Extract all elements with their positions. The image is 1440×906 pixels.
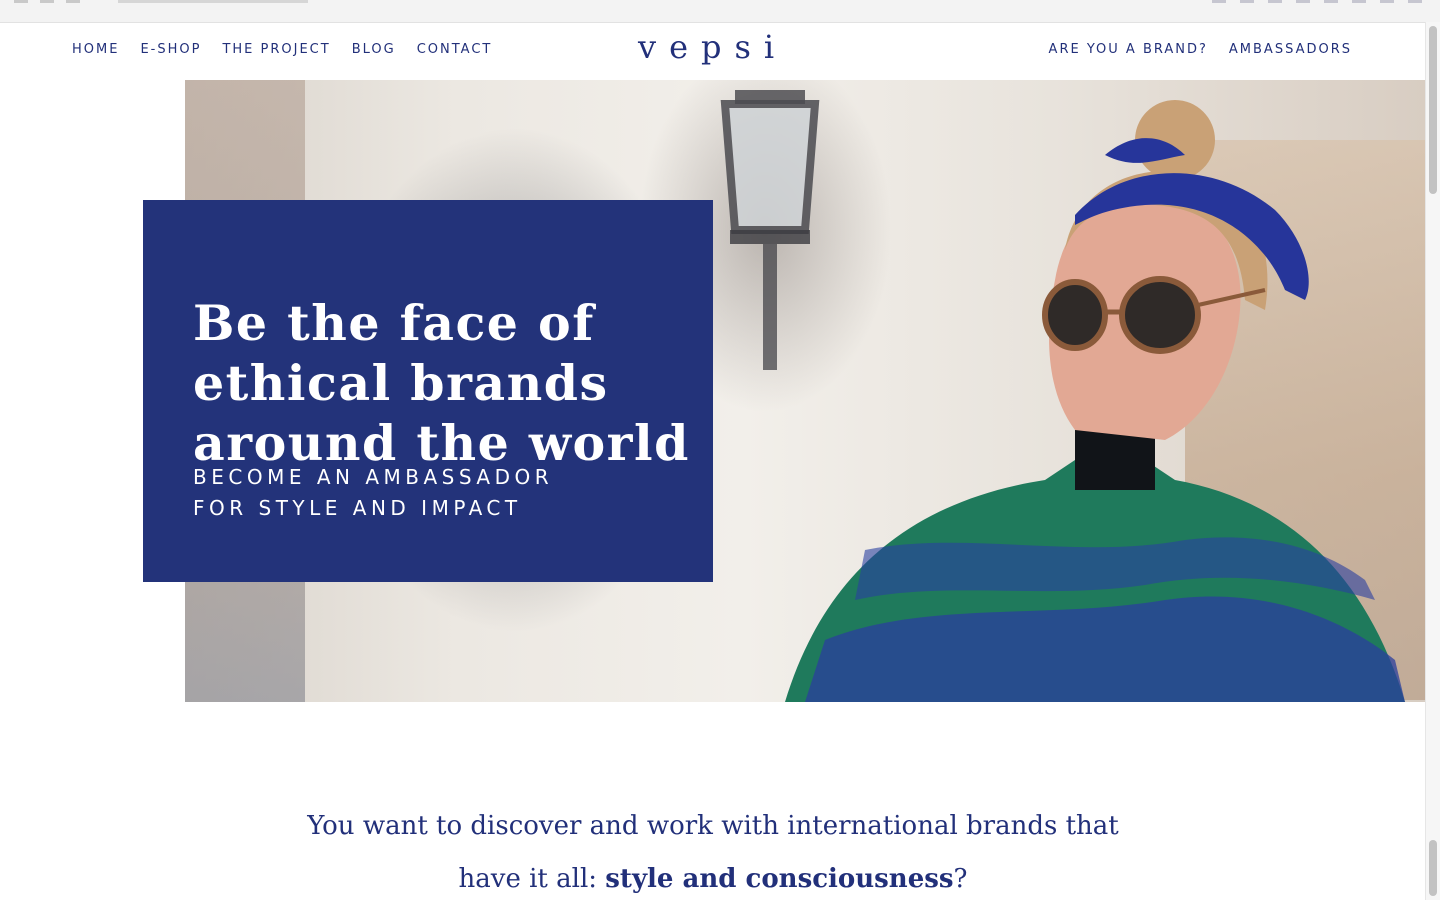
address-bar[interactable] <box>118 0 308 3</box>
hero-subtitle-line: BECOME AN AMBASSADOR <box>193 465 554 489</box>
hero-title: Be the face of ethical brands around the… <box>193 293 693 473</box>
site-logo[interactable]: vepsi <box>638 30 787 64</box>
browser-toolbar <box>0 0 1440 23</box>
browser-extension-icons[interactable] <box>1212 0 1422 3</box>
primary-nav: HOME E-SHOP THE PROJECT BLOG CONTACT <box>72 42 492 58</box>
nav-the-project[interactable]: THE PROJECT <box>222 42 330 58</box>
hero-title-line: ethical brands <box>193 353 609 412</box>
intro-line-2-suffix: ? <box>953 864 968 894</box>
site-header: HOME E-SHOP THE PROJECT BLOG CONTACT vep… <box>0 22 1426 80</box>
nav-blog[interactable]: BLOG <box>352 42 396 58</box>
nav-e-shop[interactable]: E-SHOP <box>140 42 201 58</box>
intro-line-1: You want to discover and work with inter… <box>307 811 1119 841</box>
intro-line-2-prefix: have it all: <box>458 864 606 894</box>
hero-title-line: Be the face of <box>193 293 595 352</box>
intro-line-2: have it all: style and consciousness? <box>0 853 1426 906</box>
page-scrollbar[interactable] <box>1425 22 1440 900</box>
secondary-nav: ARE YOU A BRAND? AMBASSADORS <box>1049 42 1352 58</box>
nav-are-you-a-brand[interactable]: ARE YOU A BRAND? <box>1049 42 1208 58</box>
hero-text-panel: Be the face of ethical brands around the… <box>143 200 713 582</box>
intro-text: You want to discover and work with inter… <box>0 800 1426 906</box>
nav-contact[interactable]: CONTACT <box>417 42 493 58</box>
nav-home[interactable]: HOME <box>72 42 119 58</box>
hero-subtitle: BECOME AN AMBASSADOR FOR STYLE AND IMPAC… <box>193 462 673 524</box>
nav-ambassadors[interactable]: AMBASSADORS <box>1229 42 1352 58</box>
scrollbar-thumb[interactable] <box>1429 26 1437 194</box>
model-photo <box>785 100 1405 702</box>
scrollbar-thumb-secondary[interactable] <box>1429 840 1437 896</box>
browser-nav-buttons[interactable] <box>14 0 80 3</box>
hero-subtitle-line: FOR STYLE AND IMPACT <box>193 496 522 520</box>
intro-emphasis: style and consciousness <box>605 864 954 894</box>
